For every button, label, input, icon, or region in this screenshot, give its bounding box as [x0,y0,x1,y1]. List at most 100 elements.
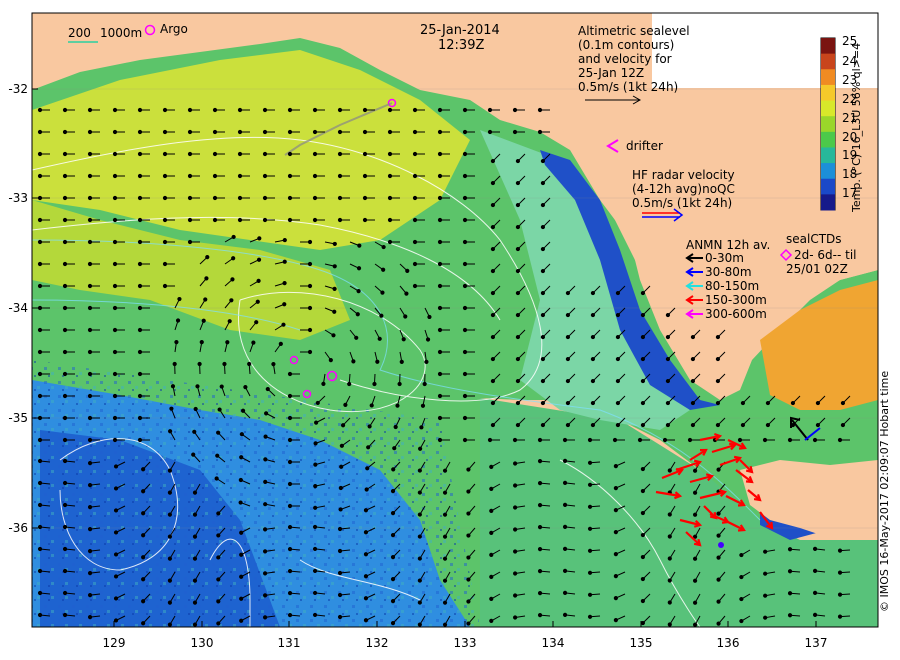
velocity-arrow-head [515,202,521,208]
velocity-arrow-head [412,173,418,179]
velocity-arrow-head [112,349,118,355]
velocity-arrow-head [640,510,645,516]
velocity-arrow-head [331,333,336,338]
velocity-arrow-head [716,555,721,560]
velocity-arrow-head [215,453,220,458]
velocity-arrow-head [187,217,193,223]
velocity-arrow-head [321,381,326,386]
velocity-arrow-head [287,437,293,443]
y-tick-label: -34 [8,301,28,315]
velocity-arrow-head [262,527,268,532]
velocity-arrow-head [204,276,209,281]
velocity-arrow-head [172,361,177,367]
velocity-arrow-head [87,527,93,532]
velocity-arrow-head [212,217,218,223]
velocity-arrow-head [740,422,746,428]
velocity-arrow-head [87,283,93,289]
velocity-arrow-head [690,356,696,362]
velocity-arrow-head [437,305,443,311]
velocity-arrow-head [716,533,721,538]
velocity-arrow-head [515,268,521,274]
velocity-arrow-head [815,400,821,406]
map-date: 25-Jan-2014 [420,23,500,38]
velocity-arrow-head [282,302,287,307]
velocity-arrow-head [692,578,698,583]
velocity-arrow-head [513,505,518,510]
velocity-arrow-head [490,422,496,428]
velocity-arrow-head [765,422,771,428]
velocity-arrow-head [312,612,318,618]
velocity-arrow-head [466,489,471,494]
velocity-arrow-head [418,446,423,451]
velocity-arrow-head [489,574,494,579]
velocity-arrow-head [254,320,259,325]
velocity-arrow-head [87,593,93,598]
velocity-arrow-head [537,569,543,574]
velocity-arrow-head [87,107,93,113]
velocity-arrow-head [787,547,793,552]
velocity-arrow-head [363,552,369,557]
velocity-arrow-head [219,384,224,389]
velocity-arrow-head [442,468,448,473]
velocity-arrow-head [141,533,146,538]
velocity-arrow-head [87,261,93,267]
velocity-arrow-head [347,381,352,387]
velocity-arrow-head [490,356,496,362]
velocity-arrow-head [287,524,293,530]
velocity-arrow-head [763,615,768,620]
velocity-arrow-head [167,578,173,583]
velocity-arrow-head [212,107,218,113]
velocity-arrow-head [515,158,521,164]
velocity-arrow-head [313,441,318,446]
velocity-arrow-head [437,217,443,223]
velocity-arrow-head [390,621,396,626]
velocity-arrow-head [231,256,236,261]
velocity-arrow-head [87,173,93,179]
velocity-arrow-head [37,612,43,618]
velocity-arrow-head [167,534,173,539]
velocity-arrow-head [238,477,243,483]
velocity-arrow-head [515,290,521,296]
velocity-arrow-head [137,129,143,135]
velocity-arrow-head [337,107,343,113]
velocity-arrow-head [442,512,448,517]
drifter-position[interactable] [718,542,724,548]
velocity-arrow-head [205,255,210,260]
velocity-arrow-head [412,261,418,267]
velocity-arrow-head [37,437,43,443]
velocity-arrow-head [203,297,208,302]
velocity-arrow-head [812,437,818,443]
velocity-arrow-head [287,481,293,487]
velocity-arrow-head [537,525,543,530]
velocity-arrow-head [812,546,818,551]
colorbar-cell [821,69,835,86]
velocity-arrow-head [137,305,143,311]
velocity-arrow-head [287,371,293,377]
velocity-arrow-head [489,486,494,491]
velocity-arrow-head [192,578,198,583]
velocity-arrow-head [162,129,168,135]
velocity-arrow-head [265,386,270,392]
y-tick-label: -35 [8,411,28,425]
velocity-arrow-head [238,500,243,505]
velocity-arrow-head [513,483,518,488]
velocity-arrow-head [113,508,119,513]
velocity-arrow-head [763,549,768,554]
velocity-arrow-head [437,195,443,201]
velocity-arrow-head [515,400,521,406]
velocity-arrow-head [313,484,318,489]
velocity-arrow-head [562,502,568,507]
velocity-arrow-head [412,239,418,245]
velocity-arrow-head [137,393,143,399]
velocity-arrow-head [487,129,493,135]
velocity-arrow-head [613,485,618,491]
velocity-arrow-head [62,502,68,508]
velocity-arrow-head [425,337,431,342]
x-tick-label: 134 [541,636,565,650]
altimetry-line: and velocity for [578,52,672,66]
velocity-arrow-head [690,378,696,384]
velocity-arrow-head [590,422,596,428]
velocity-arrow-head [112,327,118,333]
scale-bar-label-1000: 1000m [100,26,143,40]
velocity-arrow-head [192,490,198,495]
